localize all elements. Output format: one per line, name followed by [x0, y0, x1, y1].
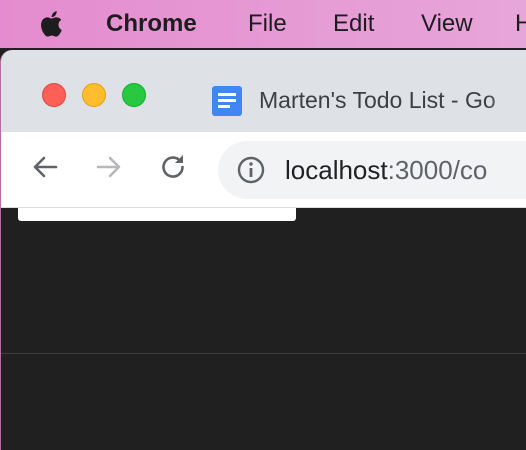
- forward-button[interactable]: [92, 150, 126, 184]
- reload-icon: [162, 155, 184, 178]
- google-docs-icon: [212, 86, 242, 116]
- back-arrow-icon: [33, 156, 58, 178]
- menu-app-name[interactable]: Chrome: [106, 10, 197, 38]
- menu-history[interactable]: H: [515, 10, 526, 38]
- forward-arrow-icon: [96, 156, 121, 178]
- page-content: [1, 208, 526, 450]
- browser-window: Marten's Todo List - Go localhost:3000/c…: [0, 50, 526, 450]
- back-button[interactable]: [28, 150, 62, 184]
- tab-title[interactable]: Marten's Todo List - Go: [259, 86, 526, 114]
- minimize-window-button[interactable]: [82, 83, 106, 107]
- url-path: :3000/co: [387, 155, 488, 185]
- address-bar[interactable]: localhost:3000/co: [218, 141, 526, 199]
- close-window-button[interactable]: [42, 83, 66, 107]
- browser-toolbar: localhost:3000/co: [1, 132, 526, 208]
- menu-file[interactable]: File: [248, 10, 287, 38]
- info-icon[interactable]: [236, 155, 266, 185]
- url-text[interactable]: localhost:3000/co: [285, 154, 487, 186]
- content-divider: [1, 353, 526, 354]
- apple-icon[interactable]: [38, 9, 68, 39]
- url-host: localhost: [285, 155, 388, 185]
- reload-button[interactable]: [156, 150, 190, 184]
- zoom-window-button[interactable]: [122, 83, 146, 107]
- menu-view[interactable]: View: [421, 10, 473, 38]
- macos-menubar: Chrome File Edit View H: [0, 0, 526, 48]
- menu-edit[interactable]: Edit: [333, 10, 374, 38]
- page-panel-edge: [18, 208, 296, 221]
